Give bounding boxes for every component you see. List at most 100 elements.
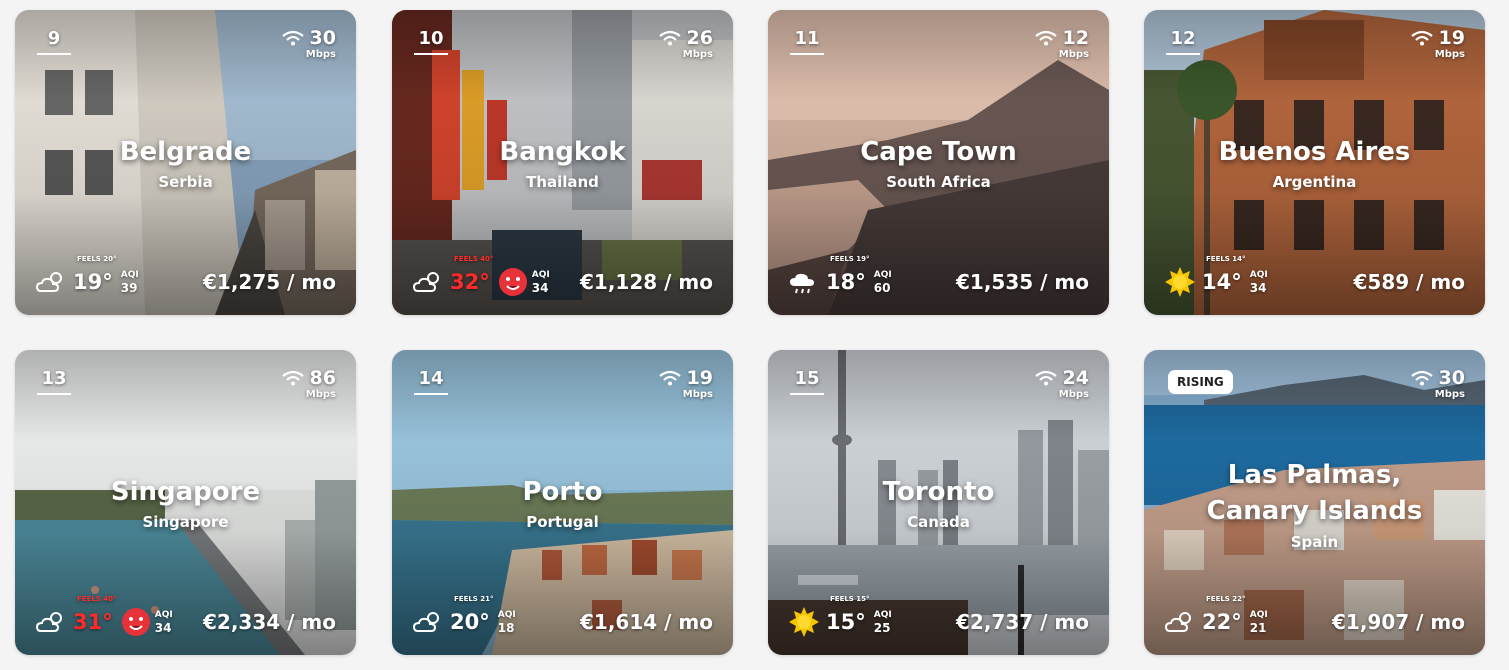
- city-title: Toronto: [882, 477, 995, 507]
- city-name: Bangkok Thailand: [392, 135, 733, 193]
- wifi-unit: Mbps: [1058, 389, 1089, 400]
- city-card-cape-town[interactable]: 11 12 Mbps Cape Town South Africa FEELS …: [768, 10, 1109, 315]
- country-name: South Africa: [886, 173, 991, 191]
- country-name: Argentina: [1272, 173, 1357, 191]
- cloud-rain-icon: [788, 269, 820, 295]
- feels-like: FEELS 20°: [77, 255, 117, 263]
- wifi-speed: 30 Mbps: [281, 27, 336, 60]
- city-title: Porto: [522, 477, 603, 507]
- wifi-unit: Mbps: [1058, 49, 1089, 60]
- wifi-speed: 30 Mbps: [1410, 367, 1465, 400]
- air-quality: AQI 25: [874, 610, 892, 635]
- city-title: Belgrade: [119, 137, 252, 167]
- air-quality: AQI 21: [1250, 610, 1268, 635]
- monthly-cost: €2,334 / mo: [203, 610, 336, 634]
- wifi-icon: [281, 370, 304, 386]
- city-card-porto[interactable]: 14 19 Mbps Porto Portugal FEELS 21° 20° …: [392, 350, 733, 655]
- wifi-speed: 26 Mbps: [658, 27, 713, 60]
- wifi-value: 86: [309, 367, 336, 389]
- feels-like: FEELS 22°: [1206, 595, 1246, 603]
- aqi-value: 60: [873, 280, 891, 295]
- rank-number: 15: [790, 368, 824, 395]
- monthly-cost: €1,275 / mo: [203, 270, 336, 294]
- rank-number: 14: [414, 368, 448, 395]
- wifi-speed: 86 Mbps: [281, 367, 336, 400]
- rank-number: 12: [1166, 28, 1200, 55]
- aqi-label: AQI: [120, 269, 139, 280]
- monthly-cost: €1,907 / mo: [1332, 610, 1465, 634]
- hot-face-icon: [498, 268, 527, 296]
- wifi-speed: 12 Mbps: [1034, 27, 1089, 60]
- city-name: Porto Portugal: [392, 475, 733, 533]
- temperature: 19°: [73, 270, 113, 294]
- wifi-speed: 19 Mbps: [658, 367, 713, 400]
- card-footer: FEELS 40° 32° AQI 34 €1,128 / mo: [412, 255, 713, 299]
- country-name: Thailand: [526, 173, 599, 191]
- aqi-value: 34: [1249, 280, 1267, 295]
- city-card-las-palmas[interactable]: RISING 30 Mbps Las Palmas, Canary Island…: [1144, 350, 1485, 655]
- wifi-icon: [658, 30, 681, 46]
- wifi-value: 26: [686, 27, 713, 49]
- rank-number: 11: [790, 28, 824, 55]
- city-card-toronto[interactable]: 15 24 Mbps Toronto Canada FEELS 15° 15° …: [768, 350, 1109, 655]
- wifi-value: 30: [309, 27, 336, 49]
- city-title: Cape Town: [860, 137, 1017, 167]
- wifi-unit: Mbps: [1434, 389, 1465, 400]
- aqi-label: AQI: [873, 269, 892, 280]
- city-card-bangkok[interactable]: 10 26 Mbps Bangkok Thailand FEELS 40° 32…: [392, 10, 733, 315]
- aqi-value: 39: [120, 280, 138, 295]
- monthly-cost: €589 / mo: [1353, 270, 1465, 294]
- city-title: Singapore: [110, 477, 261, 507]
- wifi-icon: [1410, 370, 1433, 386]
- aqi-value: 34: [154, 620, 172, 635]
- wifi-value: 30: [1438, 367, 1465, 389]
- monthly-cost: €1,535 / mo: [956, 270, 1089, 294]
- air-quality: AQI 34: [532, 270, 550, 295]
- wifi-unit: Mbps: [305, 49, 336, 60]
- city-card-singapore[interactable]: 13 86 Mbps Singapore Singapore FEELS 40°…: [15, 350, 356, 655]
- city-title: Bangkok: [499, 137, 626, 167]
- city-title-line2: Canary Islands: [1206, 496, 1423, 526]
- city-name: Las Palmas, Canary Islands Spain: [1144, 457, 1485, 553]
- temperature: 18°: [826, 270, 866, 294]
- country-name: Canada: [907, 513, 970, 531]
- cloud-sun-icon: [35, 269, 67, 295]
- city-name: Singapore Singapore: [15, 475, 356, 533]
- air-quality: AQI 60: [874, 270, 892, 295]
- city-card-buenos-aires[interactable]: 12 19 Mbps Buenos Aires Argentina FEELS …: [1144, 10, 1485, 315]
- city-name: Cape Town South Africa: [768, 135, 1109, 193]
- monthly-cost: €1,128 / mo: [580, 270, 713, 294]
- aqi-value: 18: [497, 620, 515, 635]
- cloud-sun-icon: [1164, 609, 1196, 635]
- air-quality: AQI 18: [498, 610, 516, 635]
- air-quality: AQI 34: [1250, 270, 1268, 295]
- card-footer: FEELS 15° 15° AQI 25 €2,737 / mo: [788, 595, 1089, 639]
- aqi-label: AQI: [531, 269, 550, 280]
- aqi-label: AQI: [1249, 609, 1268, 620]
- hot-face-icon: [121, 608, 150, 636]
- card-footer: FEELS 20° 19° AQI 39 €1,275 / mo: [35, 255, 336, 299]
- temperature: 22°: [1202, 610, 1242, 634]
- country-name: Portugal: [526, 513, 599, 531]
- feels-like: FEELS 15°: [830, 595, 870, 603]
- monthly-cost: €2,737 / mo: [956, 610, 1089, 634]
- wifi-speed: 24 Mbps: [1034, 368, 1089, 400]
- wifi-unit: Mbps: [1434, 49, 1465, 60]
- city-card-belgrade[interactable]: 9 30 Mbps Belgrade Serbia FEELS 20° 19° …: [15, 10, 356, 315]
- feels-like: FEELS 19°: [830, 255, 870, 263]
- card-footer: FEELS 19° 18° AQI 60 €1,535 / mo: [788, 255, 1089, 299]
- city-grid: 9 30 Mbps Belgrade Serbia FEELS 20° 19° …: [0, 0, 1509, 670]
- city-title: Buenos Aires: [1218, 137, 1411, 167]
- sun-icon: [1164, 267, 1196, 297]
- rank-number: 13: [37, 368, 71, 395]
- city-name: Buenos Aires Argentina: [1144, 135, 1485, 193]
- wifi-value: 12: [1062, 27, 1089, 49]
- feels-like: FEELS 40°: [77, 595, 117, 603]
- country-name: Spain: [1290, 533, 1339, 551]
- wifi-value: 19: [686, 367, 713, 389]
- cloud-sun-icon: [35, 609, 67, 635]
- city-name: Belgrade Serbia: [15, 135, 356, 193]
- card-footer: FEELS 21° 20° AQI 18 €1,614 / mo: [412, 595, 713, 639]
- temperature: 15°: [826, 610, 866, 634]
- wifi-unit: Mbps: [682, 389, 713, 400]
